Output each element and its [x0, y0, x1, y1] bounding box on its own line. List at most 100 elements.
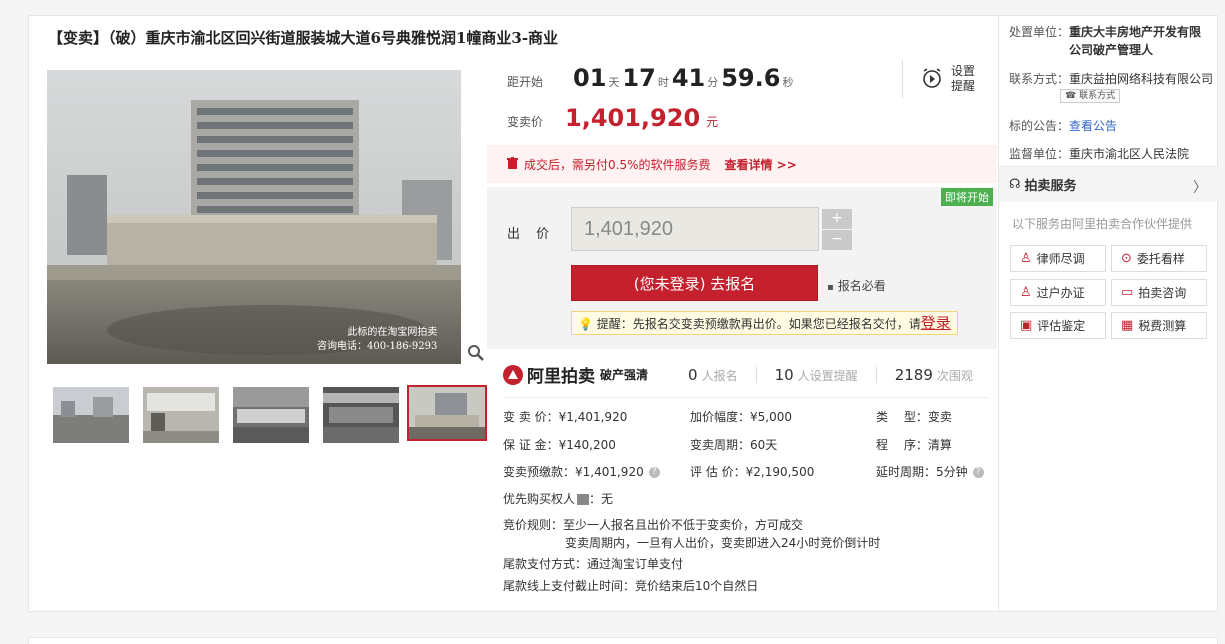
chat-icon: ▭ [1121, 285, 1134, 300]
sale-price-unit: 元 [706, 115, 719, 129]
countdown-hours: 17 [622, 64, 656, 92]
supervisor-value: 重庆市渝北区人民法院 [1069, 147, 1190, 161]
signup-button[interactable]: (您未登录) 去报名 [571, 265, 818, 301]
viewing-label: 委托看样 [1136, 252, 1185, 266]
signup-count-label: 人报名 [701, 368, 738, 383]
countdown-minutes-unit: 分 [707, 76, 719, 89]
view-count-number: 2189 [894, 365, 933, 384]
contact-label: 联系方式： [1009, 72, 1070, 86]
info-prepay-text: 变卖预缴款：¥1,401,920 [503, 465, 644, 479]
disposer: 处置单位：重庆大丰房地产开发有限 [1009, 23, 1201, 40]
transfer-label: 过户办证 [1036, 286, 1085, 300]
auction-service-title: 拍卖服务 [1024, 179, 1077, 194]
service-note: 以下服务由阿里拍卖合作伙伴提供 [1012, 217, 1193, 231]
appraisal-label: 评估鉴定 [1037, 319, 1086, 333]
side-panel: 处置单位：重庆大丰房地产开发有限 公司破产管理人 联系方式：重庆益拍网络科技有限… [998, 15, 1219, 612]
image-watermark-line1: 此标的在淘宝网拍卖 [347, 327, 438, 338]
ali-auction-logo-icon [503, 364, 523, 385]
alarm-clock-icon [921, 67, 943, 92]
info-type: 类 型：变卖 [876, 408, 952, 425]
zoom-icon[interactable] [467, 344, 485, 362]
bid-panel: 即将开始 出 价 1,401,920 + − (您未登录) 去报名 ▪ 报名必看 … [487, 187, 997, 349]
thumbnail[interactable] [143, 387, 219, 443]
sale-price-label: 变卖价 [507, 115, 544, 129]
countdown-days-unit: 天 [608, 76, 620, 89]
calculator-icon: ▦ [1121, 318, 1134, 333]
info-type-label: 类 型： [876, 410, 928, 424]
info-procedure: 程 序：清算 [876, 436, 952, 453]
signup-guide-label: 报名必看 [837, 279, 886, 293]
info-rule: 竞价规则：至少一人报名且出价不低于变卖价，方可成交 [503, 516, 803, 533]
countdown: 距开始 01 天 17 时 41 分 59.6 秒 [507, 64, 796, 92]
view-details-link[interactable]: 查看详情 >> [725, 156, 797, 173]
thumbnail[interactable] [53, 387, 129, 443]
appraisal-button[interactable]: ▣ 评估鉴定 [1010, 312, 1106, 339]
search-document-icon: ▣ [1020, 318, 1033, 333]
trash-icon [507, 156, 518, 172]
help-icon[interactable]: ? [648, 467, 660, 478]
lightbulb-icon: 💡 [578, 317, 593, 331]
bid-amount-input[interactable]: 1,401,920 [571, 207, 819, 251]
info-type-value: 变卖 [927, 410, 952, 424]
headset-icon: ☊ [1009, 177, 1021, 192]
info-rule-label: 竞价规则： [503, 518, 564, 532]
countdown-label: 距开始 [507, 75, 544, 89]
disposer-value-2: 公司破产管理人 [1069, 43, 1154, 57]
bid-label: 出 价 [507, 227, 556, 242]
person-icon: ♙ [1020, 285, 1032, 300]
info-priority-value: ：无 [589, 492, 614, 506]
tax-calc-label: 税费测算 [1138, 319, 1187, 333]
chevron-right-icon: 〉 [1193, 180, 1207, 196]
increase-bid-button[interactable]: + [822, 209, 852, 229]
user-icon: ♙ [1020, 251, 1032, 266]
reminder-tip-text: 提醒：先报名交变卖预缴款再出价。如果您已经报名交付，请 [596, 317, 921, 331]
info-period: 变卖周期：60天 [690, 438, 778, 452]
service-fee-text: 成交后，需另付0.5%的软件服务费 [524, 157, 711, 172]
info-icon[interactable] [577, 494, 590, 505]
contact-button-label: 联系方式 [1079, 91, 1116, 101]
countdown-seconds-unit: 秒 [782, 76, 794, 89]
view-notice-link[interactable]: 查看公告 [1069, 119, 1117, 133]
set-reminder-label: 设置提醒 [951, 64, 976, 93]
thumbnail[interactable] [323, 387, 399, 443]
tax-calc-button[interactable]: ▦ 税费测算 [1111, 312, 1207, 339]
supervisor: 监督单位：重庆市渝北区人民法院 [1009, 145, 1189, 162]
reminder-count-label: 人设置提醒 [797, 368, 858, 383]
info-priority-label: 优先购买权人 [503, 492, 576, 506]
viewing-button[interactable]: ⊙ 委托看样 [1111, 245, 1207, 272]
contact-button[interactable]: ☎ 联系方式 [1060, 89, 1121, 103]
thumbnail-active[interactable] [407, 385, 487, 441]
signup-guide-link[interactable]: ▪ 报名必看 [827, 277, 886, 294]
sale-price: 变卖价 1,401,920 元 [507, 104, 718, 132]
phone-icon: ☎ [1065, 91, 1080, 101]
status-badge: 即将开始 [941, 188, 993, 206]
notice-label: 标的公告： [1009, 119, 1070, 133]
main-photo[interactable]: 此标的在淘宝网拍卖 咨询电话：400-186-9293 [47, 70, 461, 364]
auction-stats: 阿里拍卖 破产强清 0 人报名 10 人设置提醒 2189 次围观 [503, 362, 989, 398]
transfer-button[interactable]: ♙ 过户办证 [1010, 279, 1106, 306]
login-link[interactable]: 登录 [921, 314, 951, 332]
info-rule-1: 至少一人报名且出价不低于变卖价，方可成交 [563, 518, 804, 532]
sale-price-value: 1,401,920 [565, 104, 701, 132]
consult-button[interactable]: ▭ 拍卖咨询 [1111, 279, 1207, 306]
page-title: 【变卖】（破）重庆市渝北区回兴街道服装城大道6号典雅悦润1幢商业3-商业 [48, 29, 559, 47]
thumbnail[interactable] [233, 387, 309, 443]
set-reminder-button[interactable]: 设置提醒 [902, 60, 987, 98]
lawyer-check-button[interactable]: ♙ 律师尽调 [1010, 245, 1106, 272]
decrease-bid-button[interactable]: − [822, 230, 852, 250]
consult-label: 拍卖咨询 [1138, 286, 1187, 300]
countdown-hours-unit: 时 [657, 76, 669, 89]
view-count: 2189 次围观 [895, 366, 973, 384]
brand-sub: 破产强清 [600, 368, 649, 382]
countdown-minutes: 41 [671, 64, 706, 92]
disposer-value: 重庆大丰房地产开发有限 [1069, 25, 1202, 39]
info-rule-2: 变卖周期内，一旦有人出价，变卖即进入24小时竞价倒计时 [565, 536, 881, 550]
countdown-days: 01 [573, 64, 607, 92]
help-icon[interactable]: ? [972, 467, 984, 478]
auction-service-header[interactable]: ☊ 拍卖服务 〉 [999, 166, 1219, 202]
reminder-count-number: 10 [774, 365, 794, 384]
info-delay: 延时周期：5分钟? [876, 463, 984, 480]
brand-name: 阿里拍卖 [527, 367, 595, 387]
reminder-tip: 💡 提醒：先报名交变卖预缴款再出价。如果您已经报名交付，请登录 [571, 311, 958, 335]
info-procedure-value: 清算 [927, 438, 952, 452]
